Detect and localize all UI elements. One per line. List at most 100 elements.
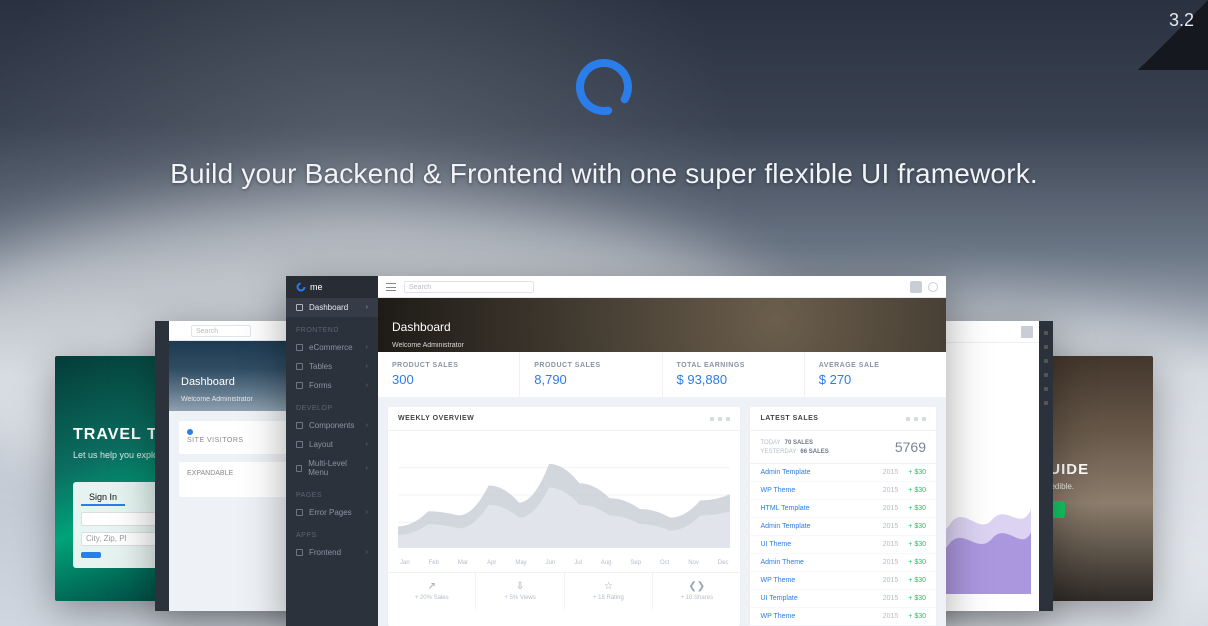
- page-title: Dashboard: [392, 320, 946, 334]
- row-amount: + $30: [908, 595, 926, 602]
- sidebar-item[interactable]: Error Pages›: [286, 503, 378, 522]
- table-row[interactable]: Admin Template2015+ $30: [750, 464, 936, 482]
- right-rail: [1039, 321, 1053, 611]
- table-row[interactable]: UI Theme2015+ $30: [750, 536, 936, 554]
- foot-icon: ↗: [388, 581, 475, 592]
- axis-tick: Dec: [718, 560, 729, 566]
- page-subtitle: Welcome Administrator: [392, 342, 464, 349]
- stat-card: TOTAL EARNINGS$ 93,880: [663, 352, 805, 397]
- preview-dashboard-main: me Dashboard›FRONTENDeCommerce›Tables›Fo…: [286, 276, 946, 626]
- sidebar-item[interactable]: Frontend›: [286, 543, 378, 562]
- chevron-right-icon: ›: [366, 344, 368, 351]
- row-amount: + $30: [908, 523, 926, 530]
- search-input[interactable]: Search: [404, 281, 534, 293]
- sidebar-item[interactable]: Layout›: [286, 435, 378, 454]
- left-rail: [155, 321, 169, 611]
- sidebar: me Dashboard›FRONTENDeCommerce›Tables›Fo…: [286, 276, 378, 626]
- today-block: TODAY70 SALES: [760, 440, 828, 446]
- yesterday-block: YESTERDAY66 SALES: [760, 449, 828, 455]
- version-badge: 3.2: [1138, 0, 1208, 70]
- chart-foot-cell[interactable]: ⇩+ 5% Views: [476, 573, 564, 609]
- row-year: 2015: [883, 523, 899, 530]
- tab-signin[interactable]: Sign In: [81, 490, 125, 506]
- sidebar-item[interactable]: Multi-Level Menu›: [286, 454, 378, 482]
- ring-logo-small-icon: [296, 282, 306, 292]
- row-amount: + $30: [908, 505, 926, 512]
- nav-icon: [296, 304, 303, 311]
- axis-tick: Nov: [688, 560, 699, 566]
- sidebar-item[interactable]: Tables›: [286, 357, 378, 376]
- chart-footer: ↗ + 20% Sales⇩+ 5% Views☆+ 18 Rating❮❯+ 1…: [388, 572, 740, 609]
- foot-icon: ❮❯: [653, 581, 740, 592]
- row-name: Admin Template: [760, 523, 810, 530]
- axis-tick: Jun: [546, 560, 556, 566]
- sidebar-item[interactable]: Forms›: [286, 376, 378, 395]
- login-submit-button[interactable]: [81, 552, 101, 558]
- sidebar-item[interactable]: Dashboard ›: [286, 298, 378, 317]
- chart-foot-cell[interactable]: ❮❯+ 10 Shares: [653, 573, 740, 609]
- menu-toggle-icon[interactable]: [386, 283, 396, 291]
- stat-card: AVERAGE SALE $ 270: [805, 352, 946, 397]
- chevron-right-icon: ›: [366, 422, 368, 429]
- chart-foot-cell[interactable]: ☆+ 18 Rating: [565, 573, 653, 609]
- area-chart-icon: [398, 439, 730, 549]
- panel-chart-title: WEEKLY OVERVIEW: [398, 415, 474, 422]
- row-name: HTML Template: [760, 505, 809, 512]
- row-amount: + $30: [908, 577, 926, 584]
- stat-label: TOTAL EARNINGS: [677, 362, 790, 369]
- foot-icon: ⇩: [476, 581, 563, 592]
- weekly-chart: [388, 431, 740, 558]
- stat-label: AVERAGE SALE: [819, 362, 932, 369]
- stat-value: $ 270: [819, 372, 932, 387]
- row-name: WP Theme: [760, 577, 795, 584]
- table-row[interactable]: WP Theme2015+ $30: [750, 572, 936, 590]
- sidebar-item-label: Dashboard: [309, 303, 348, 312]
- panel-tools[interactable]: [906, 417, 926, 421]
- chart-foot-cell[interactable]: ↗ + 20% Sales: [388, 573, 476, 609]
- axis-tick: Sep: [630, 560, 641, 566]
- nav-icon: [296, 549, 303, 556]
- nav-icon: [296, 422, 303, 429]
- search-input[interactable]: Search: [191, 325, 251, 337]
- sidebar-item[interactable]: eCommerce ›: [286, 338, 378, 357]
- stat-card: PRODUCT SALES300: [378, 352, 520, 397]
- table-row[interactable]: WP Theme2015+ $30: [750, 608, 936, 626]
- notifications-icon[interactable]: [928, 282, 938, 292]
- panel-weekly-overview: WEEKLY OVERVIEW JanFebMarAprMayJunJulAug…: [388, 407, 740, 626]
- chevron-right-icon: ›: [366, 304, 368, 311]
- row-year: 2015: [883, 595, 899, 602]
- left-panel2-label: EXPANDABLE: [187, 470, 233, 477]
- row-amount: + $30: [908, 559, 926, 566]
- version-text: 3.2: [1169, 10, 1194, 31]
- tab-signup[interactable]: [128, 496, 144, 500]
- axis-tick: Feb: [429, 560, 439, 566]
- main-hero: Dashboard Welcome Administrator: [378, 298, 946, 352]
- row-year: 2015: [883, 505, 899, 512]
- chevron-right-icon: ›: [366, 549, 368, 556]
- row-year: 2015: [883, 559, 899, 566]
- table-row[interactable]: WP Theme2015+ $30: [750, 482, 936, 500]
- left-hero-sub: Welcome Administrator: [181, 396, 253, 403]
- row-name: Admin Theme: [760, 559, 803, 566]
- sidebar-item-label: Components: [309, 421, 354, 430]
- avatar-icon[interactable]: [1021, 326, 1033, 338]
- table-row[interactable]: Admin Theme 2015 + $30: [750, 554, 936, 572]
- sidebar-item[interactable]: Components ›: [286, 416, 378, 435]
- table-row[interactable]: UI Template2015+ $30: [750, 590, 936, 608]
- table-row[interactable]: HTML Template 2015 + $30: [750, 500, 936, 518]
- foot-label: + 20% Sales: [388, 595, 475, 601]
- chevron-right-icon: ›: [366, 441, 368, 448]
- sidebar-item-label: eCommerce: [309, 343, 353, 352]
- brand[interactable]: me: [286, 276, 378, 298]
- user-avatar[interactable]: [910, 281, 922, 293]
- table-row[interactable]: Admin Template 2015 + $30: [750, 518, 936, 536]
- sidebar-section: APPS: [286, 522, 378, 543]
- stat-value: 8,790: [534, 372, 647, 387]
- brand-logo: [572, 55, 636, 119]
- row-amount: + $30: [908, 541, 926, 548]
- stat-label: PRODUCT SALES: [534, 362, 647, 369]
- stats-row: PRODUCT SALES300 PRODUCT SALES 8,790 TOTAL …: [378, 352, 946, 397]
- status-dot-icon: [187, 429, 193, 435]
- panel-tools[interactable]: [710, 417, 730, 421]
- nav-icon: [296, 363, 303, 370]
